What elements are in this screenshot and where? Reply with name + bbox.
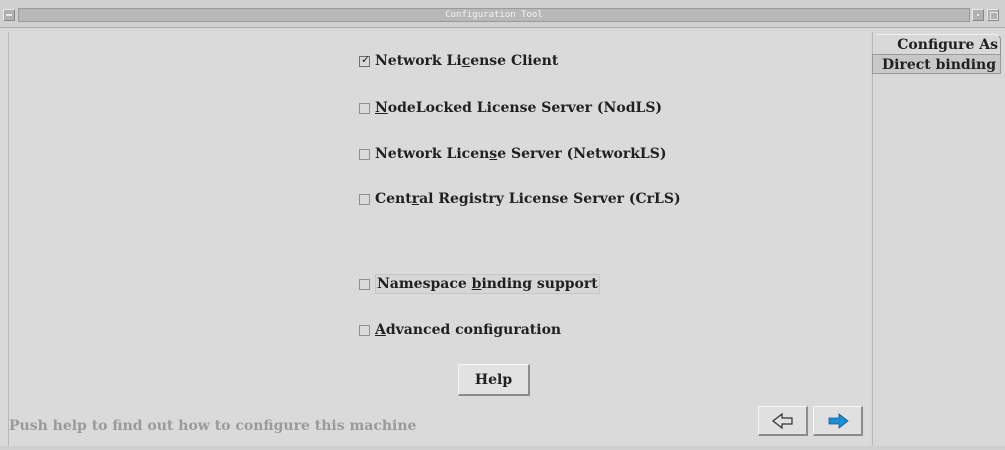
left-arrow-outline-icon: [771, 412, 793, 429]
option-label: Advanced configuration: [375, 322, 562, 338]
help-button[interactable]: Help: [458, 364, 530, 396]
option-label: Namespace binding support: [375, 274, 600, 294]
tab-direct-binding[interactable]: Direct binding: [872, 54, 1001, 74]
window-bottom-edge: [0, 446, 1005, 450]
option-network-license-server[interactable]: Network License Server (NetworkLS): [359, 142, 667, 166]
main-panel: ✓ Network License Client NodeLocked Lice…: [8, 32, 870, 446]
option-label: Central Registry License Server (CrLS): [375, 191, 681, 207]
window-menu-icon[interactable]: [3, 9, 15, 21]
minimize-icon[interactable]: [972, 9, 984, 21]
side-tab-column: Configure As Direct binding: [872, 32, 1005, 446]
check-mark-icon: ✓: [361, 52, 371, 66]
checkbox-network-license-server[interactable]: [359, 148, 370, 160]
tab-configure-as[interactable]: Configure As: [876, 34, 1001, 54]
option-namespace-binding-support[interactable]: Namespace binding support: [359, 272, 600, 296]
option-advanced-configuration[interactable]: Advanced configuration: [359, 318, 561, 342]
back-button[interactable]: [758, 406, 808, 436]
option-nodelocked-license-server[interactable]: NodeLocked License Server (NodLS): [359, 96, 662, 120]
checkbox-central-registry-license-server[interactable]: [359, 193, 370, 205]
title-bar[interactable]: Configuration Tool: [0, 0, 1005, 28]
option-label: Network License Client: [375, 53, 559, 69]
option-central-registry-license-server[interactable]: Central Registry License Server (CrLS): [359, 187, 681, 211]
maximize-icon[interactable]: [987, 9, 999, 21]
checkbox-advanced-configuration[interactable]: [359, 324, 370, 336]
checkbox-network-license-client[interactable]: ✓: [359, 52, 371, 67]
next-button[interactable]: [813, 406, 863, 436]
option-label: NodeLocked License Server (NodLS): [375, 100, 663, 116]
status-text: Push help to find out how to configure t…: [9, 418, 417, 434]
option-label: Network License Server (NetworkLS): [375, 146, 667, 162]
right-arrow-filled-icon: [828, 412, 849, 429]
checkbox-namespace-binding-support[interactable]: [359, 278, 370, 290]
checkbox-nodelocked-license-server[interactable]: [359, 102, 370, 114]
option-network-license-client[interactable]: ✓ Network License Client: [359, 49, 558, 73]
window-title: Configuration Tool: [18, 8, 970, 22]
